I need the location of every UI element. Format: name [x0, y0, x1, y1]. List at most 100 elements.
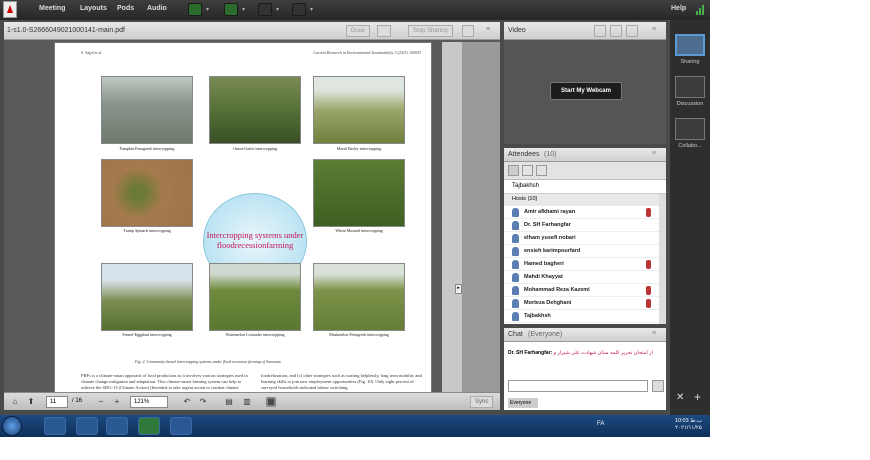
figure-photo — [101, 159, 193, 227]
fullscreen-icon[interactable] — [626, 25, 638, 37]
list-view-icon[interactable] — [508, 165, 519, 176]
add-layout-icon[interactable]: + — [694, 390, 701, 404]
microphone-icon — [646, 208, 651, 217]
pod-menu-icon[interactable]: ≡ — [652, 26, 656, 33]
figure-photo — [313, 76, 405, 144]
page-gutter — [442, 42, 462, 394]
caret-down-icon[interactable]: ▾ — [242, 6, 245, 13]
figure-caption: Marsh Barley intercropping — [336, 146, 382, 151]
body-paragraph-left: FRFs is a climate-smart approach of food… — [81, 373, 248, 393]
user-icon — [512, 260, 519, 269]
video-pod-header: Video ≡ — [504, 22, 666, 40]
hosts-group[interactable]: Hosts (10) — [504, 194, 659, 206]
attendee-row[interactable]: Hamed bagheri — [504, 258, 659, 271]
fullscreen-icon[interactable] — [462, 25, 474, 37]
fit-page-icon[interactable]: ▤ — [224, 397, 234, 407]
vertical-scrollbar[interactable] — [462, 42, 500, 394]
caret-down-icon[interactable]: ▾ — [206, 6, 209, 13]
excel-icon[interactable] — [138, 417, 160, 435]
expand-icon[interactable] — [522, 165, 533, 176]
attendees-count: (10) — [544, 151, 557, 158]
up-arrow-icon[interactable]: ⬆ — [26, 397, 36, 407]
figure-photo — [313, 159, 405, 227]
language-indicator[interactable]: FA — [597, 421, 604, 427]
annotation-icon[interactable]: ▦ — [266, 397, 276, 407]
pod-menu-icon[interactable]: ≡ — [652, 150, 656, 157]
collapse-arrow-icon[interactable]: ▸ — [455, 284, 462, 294]
internet-explorer-icon[interactable] — [44, 417, 66, 435]
chat-pod-header: Chat (Everyone) ≡ — [504, 328, 666, 342]
attendee-row[interactable]: Mohammad Reza Kazemi — [504, 284, 659, 297]
layout-collaboration[interactable] — [675, 118, 705, 140]
attendees-pod-header: Attendees (10) ≡ — [504, 148, 666, 162]
tools-icon[interactable]: ✕ — [676, 392, 684, 403]
page-number-input[interactable]: 11 — [46, 396, 68, 408]
grid-view-icon[interactable] — [594, 25, 606, 37]
sync-icon[interactable] — [377, 25, 391, 37]
caret-down-icon[interactable]: ▾ — [276, 6, 279, 13]
figure-caption: Muskmelon Fenugreek intercropping — [329, 332, 389, 337]
sync-button[interactable]: Sync — [470, 396, 494, 408]
microphone-icon[interactable] — [224, 3, 238, 16]
start-button[interactable] — [2, 416, 22, 436]
layout-sharing[interactable] — [675, 34, 705, 56]
menu-layouts[interactable]: Layouts — [80, 5, 107, 12]
word-icon[interactable] — [170, 417, 192, 435]
caret-down-icon[interactable]: ▾ — [310, 6, 313, 13]
attendee-row[interactable]: Dr. SH Farhangfar — [504, 219, 659, 232]
raise-hand-icon[interactable] — [292, 3, 306, 16]
chat-tab-everyone[interactable]: Everyone — [508, 398, 538, 408]
attendee-row[interactable]: Amir afkhami rayan — [504, 206, 659, 219]
attendees-scrollbar[interactable] — [659, 194, 666, 324]
attendee-row[interactable]: Morteza Dehghani — [504, 297, 659, 310]
user-icon — [512, 208, 519, 217]
system-clock[interactable]: 10:03 ب.ظ ۲۰۲۱/۱۱/۲۵ — [675, 418, 702, 432]
clock-time: 10:03 ب.ظ — [674, 418, 702, 424]
attendee-name: Mohammad Reza Kazemi — [524, 287, 590, 293]
attendee-row[interactable]: ensieh karimpourfard — [504, 245, 659, 258]
clock-date: ۲۰۲۱/۱۱/۲۵ — [675, 425, 702, 431]
chrome-icon[interactable] — [76, 417, 98, 435]
zoom-in-icon[interactable]: + — [112, 397, 122, 407]
figure-caption: Turnip Spinach intercropping — [123, 228, 171, 233]
start-webcam-button[interactable]: Start My Webcam — [550, 82, 622, 100]
pod-menu-icon[interactable]: ≡ — [486, 26, 490, 33]
zoom-out-icon[interactable]: − — [96, 397, 106, 407]
attendees-pod: Attendees (10) ≡ Tajbakhsh Hosts (10) Am… — [504, 148, 666, 324]
draw-button[interactable]: Draw — [346, 25, 371, 37]
connect-app: Meeting Layouts Pods Audio ▾ ▾ ▾ ▾ Help … — [0, 0, 710, 437]
zoom-select[interactable]: 121% — [130, 396, 168, 408]
attendee-row[interactable]: elham yusefi nobari — [504, 232, 659, 245]
menu-help[interactable]: Help — [671, 5, 686, 12]
figure-caption: Onion-Garlic intercropping — [233, 146, 277, 151]
user-icon — [512, 234, 519, 243]
pod-menu-icon[interactable]: ≡ — [652, 330, 656, 337]
menu-audio[interactable]: Audio — [147, 5, 167, 12]
home-icon[interactable]: ⌂ — [10, 397, 20, 407]
webcam-icon[interactable] — [258, 3, 272, 16]
stop-sharing-button[interactable]: Stop Sharing — [408, 25, 453, 37]
redo-icon[interactable]: ↷ — [198, 397, 208, 407]
chat-input[interactable] — [508, 380, 648, 392]
chat-text: از امتحان تحریر کلمه ستان شهادت علی شیرا… — [553, 350, 653, 356]
firefox-icon[interactable] — [106, 417, 128, 435]
speaker-icon[interactable] — [188, 3, 202, 16]
figure-photo — [313, 263, 405, 331]
chat-sender: Dr. SH Farhangfar: — [508, 350, 553, 356]
filmstrip-icon[interactable] — [610, 25, 622, 37]
sort-icon[interactable] — [536, 165, 547, 176]
page-total: / 16 — [72, 398, 83, 404]
layout-discussion[interactable] — [675, 76, 705, 98]
figure-caption: Watermelon Coriander intercropping — [225, 332, 285, 337]
menu-meeting[interactable]: Meeting — [39, 5, 65, 12]
document-title: 1-s1.0-S2666049021000141-main.pdf — [7, 27, 125, 34]
send-icon[interactable] — [652, 380, 664, 392]
attendee-row[interactable]: Tajbakhsh — [504, 310, 659, 323]
pdf-page: S. Sajjd et al. Current Research in Envi… — [54, 42, 432, 394]
attendee-row[interactable]: Mahdi Khayyat — [504, 271, 659, 284]
undo-icon[interactable]: ↶ — [182, 397, 192, 407]
microphone-icon — [646, 260, 651, 269]
fit-width-icon[interactable]: ▥ — [242, 397, 252, 407]
menu-pods[interactable]: Pods — [117, 5, 134, 12]
chat-title: Chat — [508, 331, 523, 338]
